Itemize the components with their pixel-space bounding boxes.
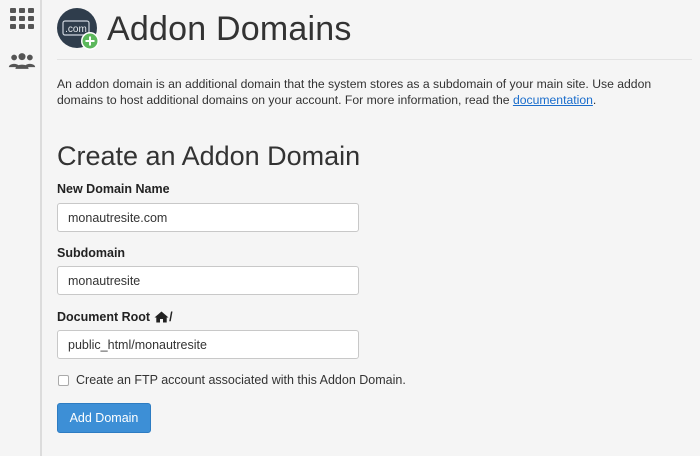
new-domain-label: New Domain Name xyxy=(57,182,170,196)
intro-paragraph: An addon domain is an additional domain … xyxy=(57,76,689,108)
documentation-link[interactable]: documentation xyxy=(513,93,593,107)
logo-text: .com xyxy=(65,24,87,35)
subdomain-input[interactable] xyxy=(57,266,359,295)
home-icon xyxy=(154,311,169,323)
subdomain-label: Subdomain xyxy=(57,246,126,260)
grid-icon xyxy=(10,7,34,29)
form-title: Create an Addon Domain xyxy=(57,141,361,171)
add-domain-button[interactable]: Add Domain xyxy=(57,403,151,433)
users-icon xyxy=(8,53,36,69)
page-title: Addon Domains xyxy=(107,9,352,48)
ftp-checkbox[interactable] xyxy=(58,374,69,386)
intro-suffix: . xyxy=(592,93,597,107)
new-domain-input[interactable] xyxy=(57,203,359,232)
ftp-checkbox-row: Create an FTP account associated with th… xyxy=(57,373,406,387)
header-divider xyxy=(57,59,692,60)
main-content: .com Addon Domains An addon domain is an… xyxy=(57,0,692,456)
ftp-checkbox-label[interactable]: Create an FTP account associated with th… xyxy=(76,373,406,387)
sidebar-item-users[interactable] xyxy=(8,49,36,73)
document-root-label-text: Document Root xyxy=(57,310,151,324)
document-root-slash: / xyxy=(169,310,173,324)
document-root-input[interactable] xyxy=(57,330,359,359)
document-root-label: Document Root / xyxy=(57,310,173,324)
sidebar-item-apps[interactable] xyxy=(8,6,36,30)
addon-domain-icon: .com xyxy=(57,8,99,50)
sidebar xyxy=(0,0,42,456)
page-header: .com Addon Domains xyxy=(57,6,352,52)
